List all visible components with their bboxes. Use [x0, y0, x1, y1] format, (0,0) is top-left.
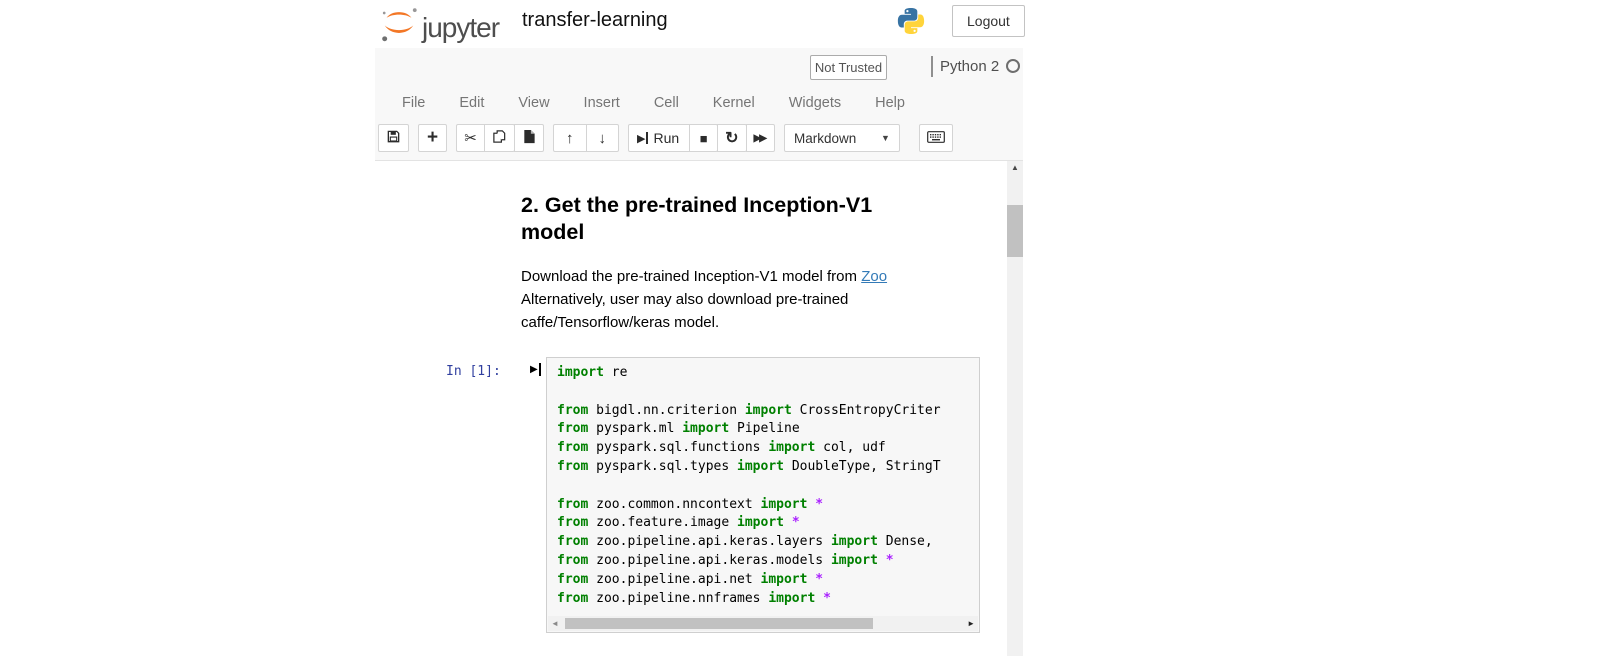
run-play-icon: ▶	[637, 132, 645, 145]
cut-cell-button[interactable]: ✂	[456, 124, 485, 152]
jupyter-logo-icon	[378, 3, 420, 50]
code-line: from zoo.pipeline.api.net import *	[557, 572, 975, 591]
notebook-chrome: Not Trusted Python 2 FileEditViewInsertC…	[375, 48, 1023, 161]
menu-item-file[interactable]: File	[385, 95, 442, 111]
copy-cell-button[interactable]	[484, 124, 515, 152]
menu-item-view[interactable]: View	[501, 95, 566, 111]
paragraph-text: Download the pre-trained Inception-V1 mo…	[521, 268, 861, 285]
plus-icon: +	[427, 127, 438, 149]
kernel-separator	[931, 56, 933, 77]
scrollbar-thumb[interactable]	[1007, 205, 1023, 257]
code-line: from pyspark.sql.functions import col, u…	[557, 440, 975, 459]
stop-icon: ■	[700, 131, 708, 146]
run-label: Run	[653, 130, 679, 146]
code-line	[557, 478, 975, 497]
code-line: from pyspark.sql.types import DoubleType…	[557, 459, 975, 478]
menu-item-edit[interactable]: Edit	[442, 95, 501, 111]
scrollbar-up-icon[interactable]: ▲	[1007, 163, 1023, 172]
paragraph-text-2: Alternatively, user may also download pr…	[521, 291, 848, 331]
code-line: from bigdl.nn.criterion import CrossEntr…	[557, 403, 975, 422]
run-button[interactable]: ▶ Run	[628, 124, 690, 152]
code-lines[interactable]: import re from bigdl.nn.criterion import…	[547, 358, 979, 616]
zoo-link[interactable]: Zoo	[861, 268, 887, 285]
hscroll-right-icon[interactable]: ►	[967, 619, 975, 628]
code-line: import re	[557, 365, 975, 384]
arrow-down-icon: ↓	[599, 130, 607, 147]
input-prompt: In [1]:	[446, 364, 501, 379]
menubar: FileEditViewInsertCellKernelWidgetsHelp	[385, 88, 922, 118]
code-cell[interactable]: import re from bigdl.nn.criterion import…	[546, 357, 980, 633]
scissors-icon: ✂	[464, 129, 477, 147]
code-line: from zoo.pipeline.nnframes import *	[557, 591, 975, 610]
code-line: from pyspark.ml import Pipeline	[557, 421, 975, 440]
arrow-up-icon: ↑	[566, 130, 574, 147]
notebook-title[interactable]: transfer-learning	[522, 9, 668, 32]
menu-item-kernel[interactable]: Kernel	[696, 95, 772, 111]
menu-item-help[interactable]: Help	[858, 95, 922, 111]
markdown-heading[interactable]: 2. Get the pre-trained Inception-V1 mode…	[521, 192, 891, 246]
interrupt-kernel-button[interactable]: ■	[689, 124, 718, 152]
command-palette-button[interactable]	[919, 124, 953, 152]
cell-type-value: Markdown	[794, 131, 856, 146]
cell-run-marker[interactable]: ▶	[530, 363, 541, 376]
code-cell-hscrollbar[interactable]: ◄ ►	[548, 616, 978, 631]
code-line: from zoo.pipeline.api.keras.layers impor…	[557, 534, 975, 553]
python-kernel-icon	[896, 6, 926, 36]
notebook-scrollbar[interactable]: ▲	[1007, 161, 1023, 656]
copy-icon	[492, 129, 507, 147]
chevron-down-icon: ▼	[881, 133, 890, 143]
save-icon	[386, 129, 401, 147]
markdown-paragraph[interactable]: Download the pre-trained Inception-V1 mo…	[521, 265, 921, 334]
kernel-idle-icon	[1006, 59, 1020, 73]
notebook-area: ▲ 2. Get the pre-trained Inception-V1 mo…	[375, 161, 1023, 656]
hscroll-left-icon[interactable]: ◄	[551, 619, 559, 628]
menu-item-insert[interactable]: Insert	[567, 95, 637, 111]
restart-run-all-button[interactable]: ▶▶	[746, 124, 775, 152]
add-cell-button[interactable]: +	[418, 124, 447, 152]
code-line: from zoo.feature.image import *	[557, 515, 975, 534]
keyboard-icon	[927, 130, 945, 146]
run-bar-icon	[646, 132, 648, 144]
jupyter-wordmark: jupyter	[422, 12, 499, 44]
code-line	[557, 384, 975, 403]
save-button[interactable]	[378, 124, 409, 152]
restart-icon: ↻	[725, 128, 738, 148]
marker-play-icon: ▶	[530, 364, 538, 375]
restart-kernel-button[interactable]: ↻	[717, 124, 746, 152]
jupyter-notebook-app: jupyter transfer-learning Logout Not Tru…	[0, 0, 1600, 656]
trust-status-button[interactable]: Not Trusted	[810, 55, 887, 80]
cell-type-dropdown[interactable]: Markdown ▼	[784, 124, 900, 152]
paste-icon	[522, 129, 536, 147]
marker-bar-icon	[539, 363, 541, 376]
move-cell-down-button[interactable]: ↓	[586, 124, 620, 152]
fast-forward-icon: ▶▶	[754, 133, 765, 144]
logout-button[interactable]: Logout	[952, 5, 1025, 37]
toolbar: + ✂	[378, 124, 962, 152]
hscroll-thumb[interactable]	[565, 618, 873, 629]
kernel-name: Python 2	[940, 58, 999, 75]
code-line: from zoo.pipeline.api.keras.models impor…	[557, 553, 975, 572]
paste-cell-button[interactable]	[514, 124, 544, 152]
menu-item-widgets[interactable]: Widgets	[772, 95, 858, 111]
menu-item-cell[interactable]: Cell	[637, 95, 696, 111]
jupyter-logo[interactable]: jupyter	[378, 3, 499, 50]
header: jupyter transfer-learning Logout	[375, 0, 1023, 48]
move-cell-up-button[interactable]: ↑	[553, 124, 587, 152]
code-line: from zoo.common.nncontext import *	[557, 497, 975, 516]
